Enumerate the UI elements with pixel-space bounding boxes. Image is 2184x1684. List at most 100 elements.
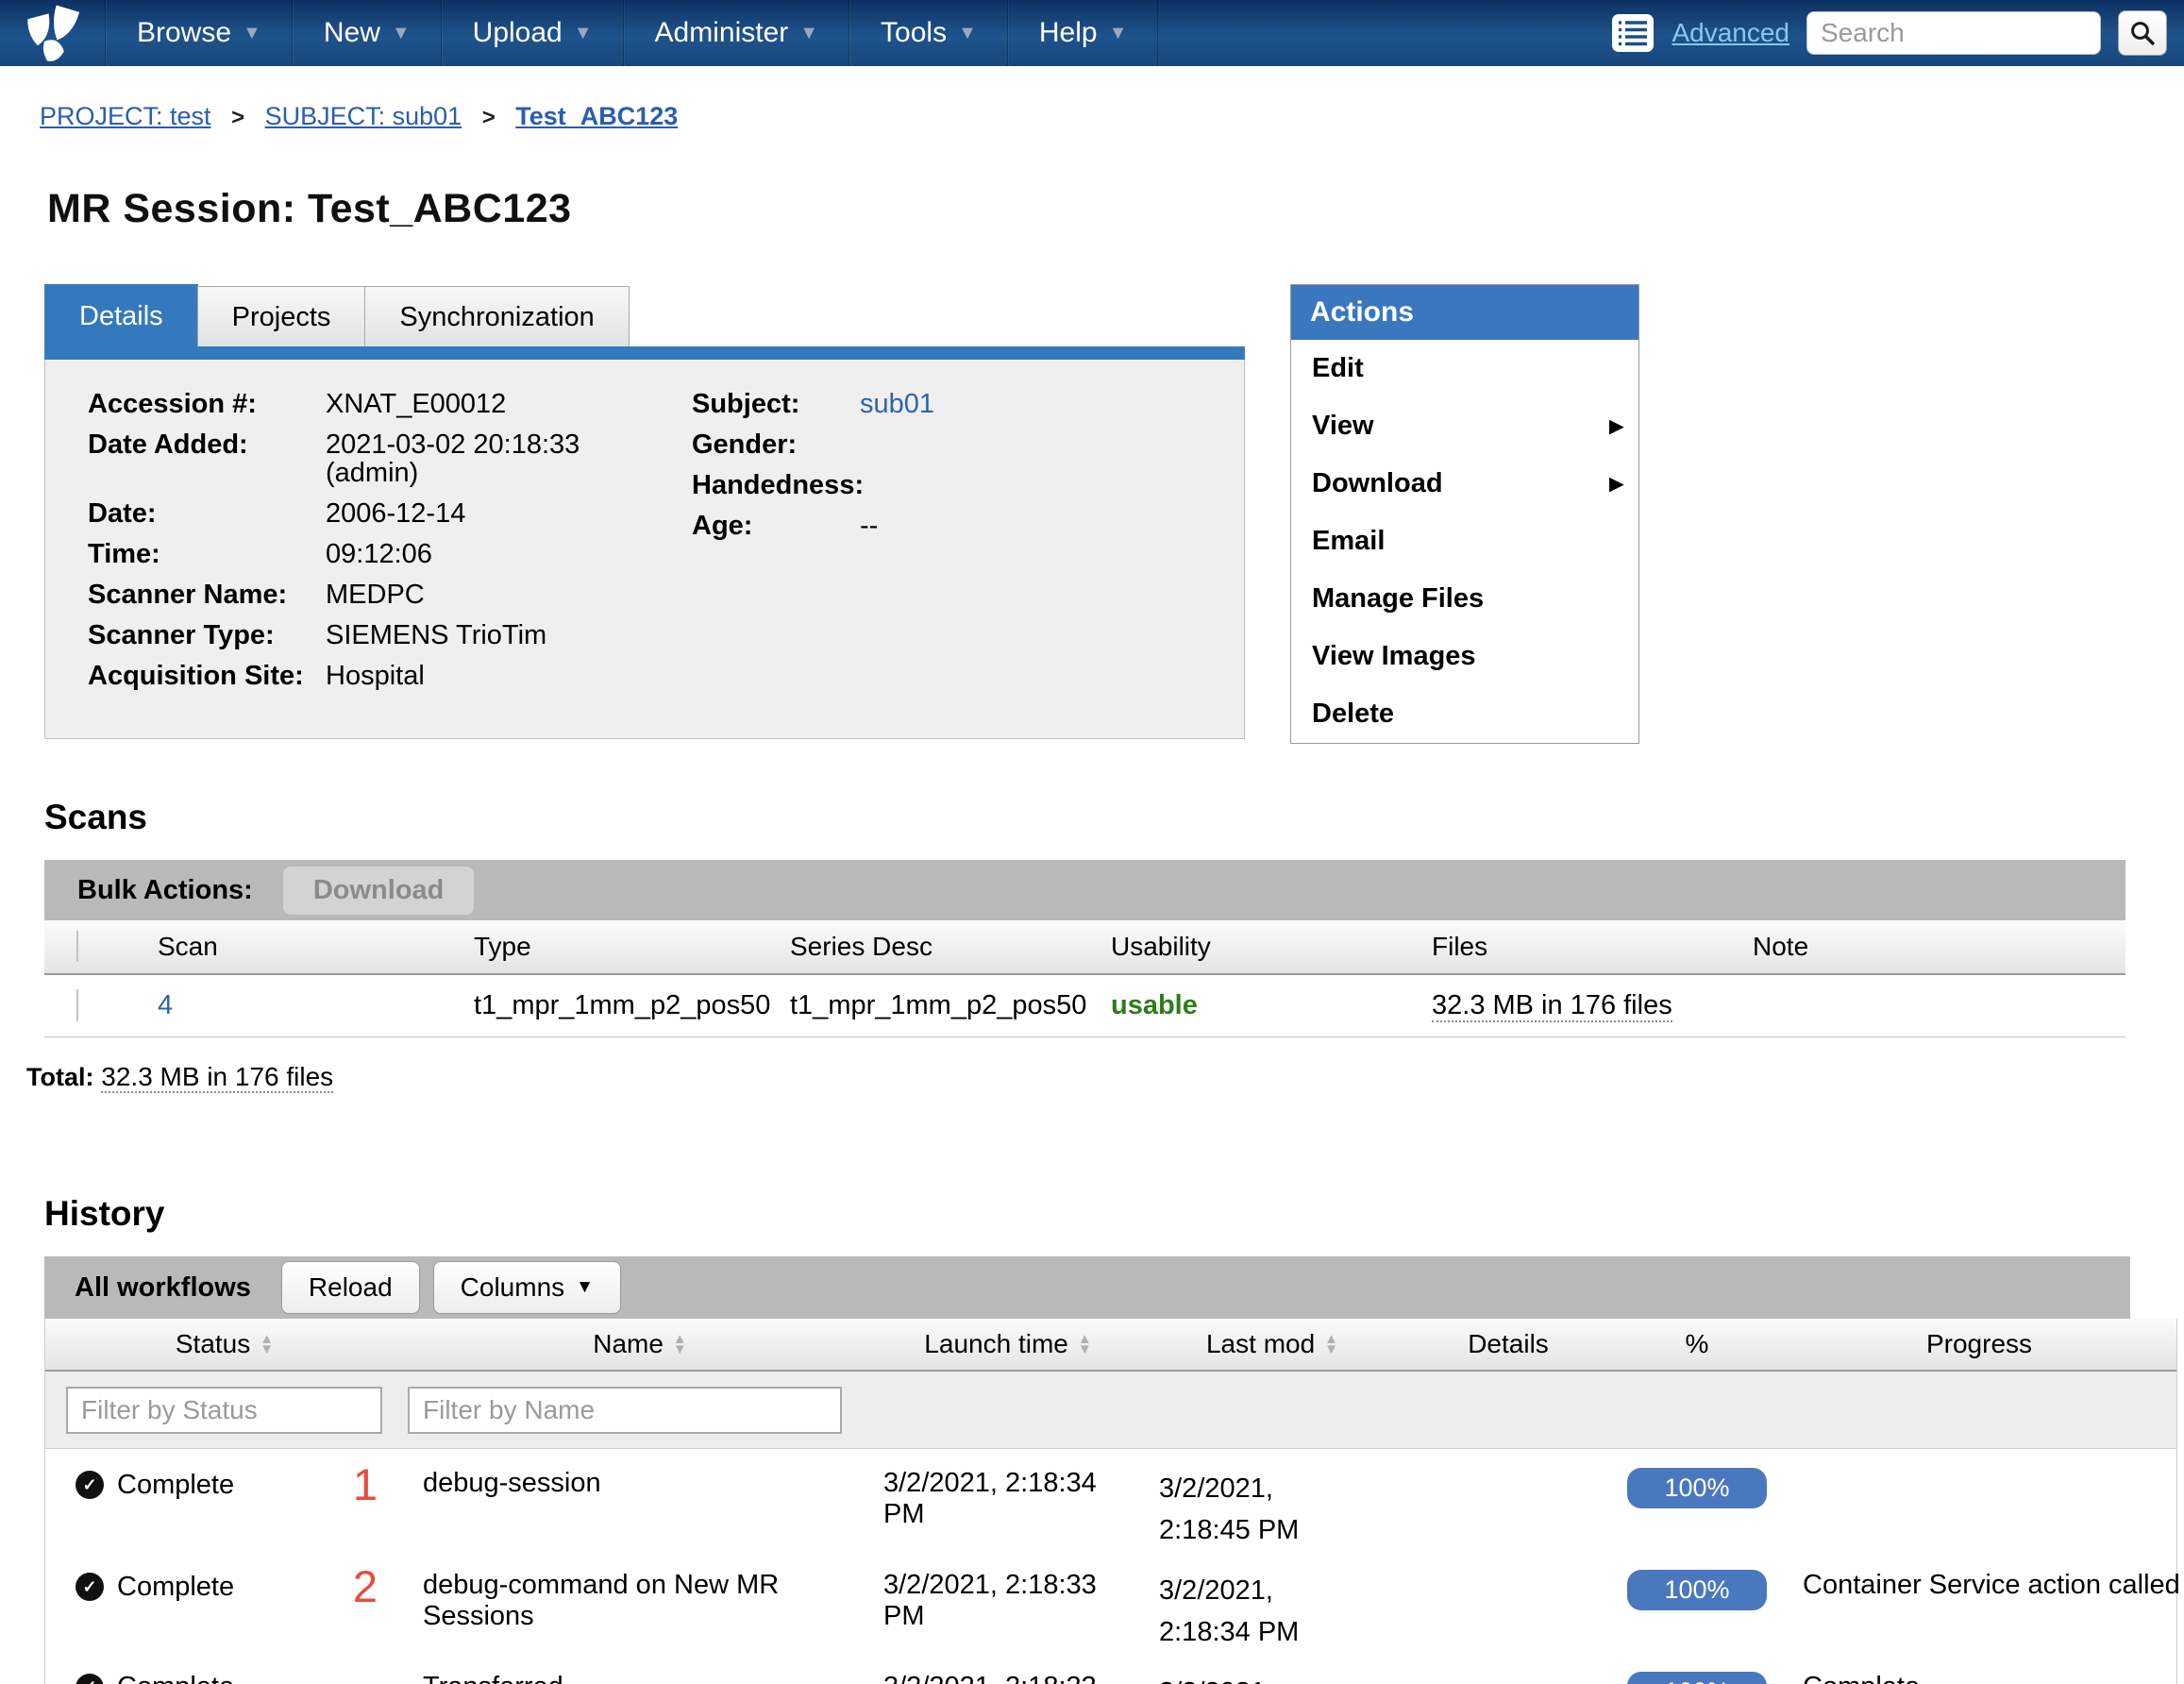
scan-files-link[interactable]: 32.3 MB in 176 files (1432, 990, 1672, 1022)
col-details-label: Details (1468, 1329, 1549, 1359)
action-edit[interactable]: Edit (1291, 340, 1638, 397)
breadcrumb-session[interactable]: Test_ABC123 (515, 102, 678, 130)
tab-synchronization[interactable]: Synchronization (364, 286, 629, 346)
xnat-logo-icon[interactable] (0, 0, 106, 66)
nav-browse-label: Browse (137, 17, 231, 49)
col-lastmod-label: Last mod (1206, 1329, 1315, 1359)
filter-name-input[interactable] (408, 1387, 842, 1434)
nav-new-label: New (324, 17, 380, 49)
col-name-label: Name (593, 1329, 664, 1359)
action-view-images[interactable]: View Images (1291, 628, 1638, 685)
workflow-launch-time: 3/2/2021, 2:18:33 PM (876, 1672, 1140, 1684)
percent-badge: 100% (1627, 1570, 1767, 1610)
search-input[interactable] (1806, 11, 2101, 55)
nav-upload[interactable]: Upload ▼ (442, 0, 624, 66)
col-name-sort[interactable]: Name ▲▼ (404, 1329, 876, 1359)
action-view-label: View (1312, 411, 1374, 441)
annotation-number: 2 (353, 1570, 378, 1604)
col-launch-sort[interactable]: Launch time ▲▼ (876, 1329, 1140, 1359)
top-navbar: Browse ▼ New ▼ Upload ▼ Administer ▼ Too… (0, 0, 2184, 66)
col-launch-label: Launch time (924, 1329, 1068, 1359)
field-label: Age: (692, 512, 860, 540)
search-icon (2128, 19, 2157, 47)
bulk-download-button[interactable]: Download (283, 867, 475, 915)
advanced-search-icon[interactable] (1611, 13, 1655, 53)
table-row: ✓ Complete 1 debug-session 3/2/2021, 2:1… (45, 1449, 2176, 1551)
total-label: Total: (26, 1063, 93, 1091)
breadcrumb: PROJECT: test > SUBJECT: sub01 > Test_AB… (0, 66, 2184, 131)
table-row: 4 t1_mpr_1mm_p2_pos50 t1_mpr_1mm_p2_pos5… (44, 975, 2125, 1037)
nav-tools[interactable]: Tools ▼ (849, 0, 1008, 66)
history-table: Status ▲▼ Name ▲▼ Launch time ▲▼ Last mo… (44, 1319, 2177, 1684)
scan-row-checkbox[interactable] (76, 989, 78, 1021)
chevron-down-icon: ▼ (243, 23, 261, 44)
columns-button-label: Columns (461, 1272, 564, 1303)
action-download[interactable]: Download ▶ (1291, 455, 1638, 513)
workflow-status: Complete (117, 1672, 234, 1684)
tab-projects[interactable]: Projects (197, 286, 366, 346)
total-value: 32.3 MB in 176 files (101, 1062, 333, 1093)
field-label: Date Added: (88, 430, 326, 487)
details-panel: Accession #:XNAT_E00012 Date Added:2021-… (44, 360, 1245, 739)
scan-id-link[interactable]: 4 (158, 990, 173, 1020)
col-status-sort[interactable]: Status ▲▼ (45, 1329, 404, 1359)
workflow-name: debug-session (404, 1468, 876, 1499)
filter-status-input[interactable] (66, 1387, 382, 1434)
sort-icon: ▲▼ (673, 1334, 687, 1355)
field-label: Subject: (692, 390, 860, 418)
col-details: Details (1404, 1329, 1612, 1359)
scans-total: Total: 32.3 MB in 176 files (26, 1062, 2184, 1092)
col-scan: Scan (139, 932, 455, 962)
select-all-checkbox[interactable] (76, 931, 78, 962)
history-filter-row (45, 1372, 2176, 1449)
breadcrumb-separator: > (231, 105, 244, 130)
col-note: Note (1734, 932, 2125, 962)
breadcrumb-subject[interactable]: SUBJECT: sub01 (265, 102, 462, 130)
reload-button[interactable]: Reload (281, 1261, 420, 1314)
nav-administer[interactable]: Administer ▼ (624, 0, 850, 66)
complete-check-icon: ✓ (76, 1674, 104, 1684)
nav-help[interactable]: Help ▼ (1008, 0, 1159, 66)
table-row: ✓ Complete 2 debug-command on New MR Ses… (45, 1551, 2176, 1653)
col-percent-label: % (1686, 1329, 1709, 1359)
table-row: ✓ Complete Transferred 3/2/2021, 2:18:33… (45, 1653, 2176, 1684)
tab-accent-strip (44, 346, 1245, 360)
action-manage-files[interactable]: Manage Files (1291, 570, 1638, 628)
advanced-search-link[interactable]: Advanced (1672, 18, 1789, 48)
workflow-launch-time: 3/2/2021, 2:18:33 PM (876, 1570, 1140, 1632)
chevron-down-icon: ▼ (958, 23, 977, 44)
workflow-status: Complete (117, 1572, 234, 1603)
chevron-down-icon: ▼ (392, 23, 411, 44)
scans-table-header: Scan Type Series Desc Usability Files No… (44, 920, 2125, 975)
nav-browse[interactable]: Browse ▼ (106, 0, 293, 66)
action-email[interactable]: Email (1291, 513, 1638, 570)
action-view[interactable]: View ▶ (1291, 397, 1638, 455)
percent-badge: 100% (1627, 1468, 1767, 1508)
complete-check-icon: ✓ (76, 1471, 104, 1499)
chevron-down-icon: ▼ (1109, 23, 1128, 44)
field-label: Acquisition Site: (88, 662, 326, 690)
chevron-down-icon: ▼ (574, 23, 593, 44)
field-label: Gender: (692, 430, 860, 459)
bulk-actions-label: Bulk Actions: (77, 875, 253, 906)
nav-upload-label: Upload (473, 17, 563, 49)
chevron-down-icon: ▼ (799, 23, 818, 44)
breadcrumb-project[interactable]: PROJECT: test (40, 102, 211, 130)
action-delete[interactable]: Delete (1291, 685, 1638, 743)
workflow-status: Complete (117, 1470, 234, 1501)
accession-value: XNAT_E00012 (326, 390, 506, 418)
search-button[interactable] (2118, 10, 2167, 56)
workflow-name: debug-command on New MR Sessions (404, 1570, 876, 1632)
field-label: Accession #: (88, 390, 326, 418)
workflow-last-mod: 3/2/2021, 2:18:33 PM (1140, 1672, 1404, 1684)
tab-details[interactable]: Details (44, 284, 198, 346)
session-tabs: Details Projects Synchronization (44, 284, 2184, 346)
subject-link[interactable]: sub01 (860, 390, 934, 418)
col-lastmod-sort[interactable]: Last mod ▲▼ (1140, 1329, 1404, 1359)
scanner-type-value: SIEMENS TrioTim (326, 621, 546, 649)
columns-button[interactable]: Columns ▼ (433, 1261, 621, 1314)
nav-new[interactable]: New ▼ (293, 0, 442, 66)
action-download-label: Download (1312, 468, 1443, 498)
workflow-name: Transferred (404, 1672, 876, 1684)
workflow-progress: Container Service action called (1782, 1570, 2180, 1601)
